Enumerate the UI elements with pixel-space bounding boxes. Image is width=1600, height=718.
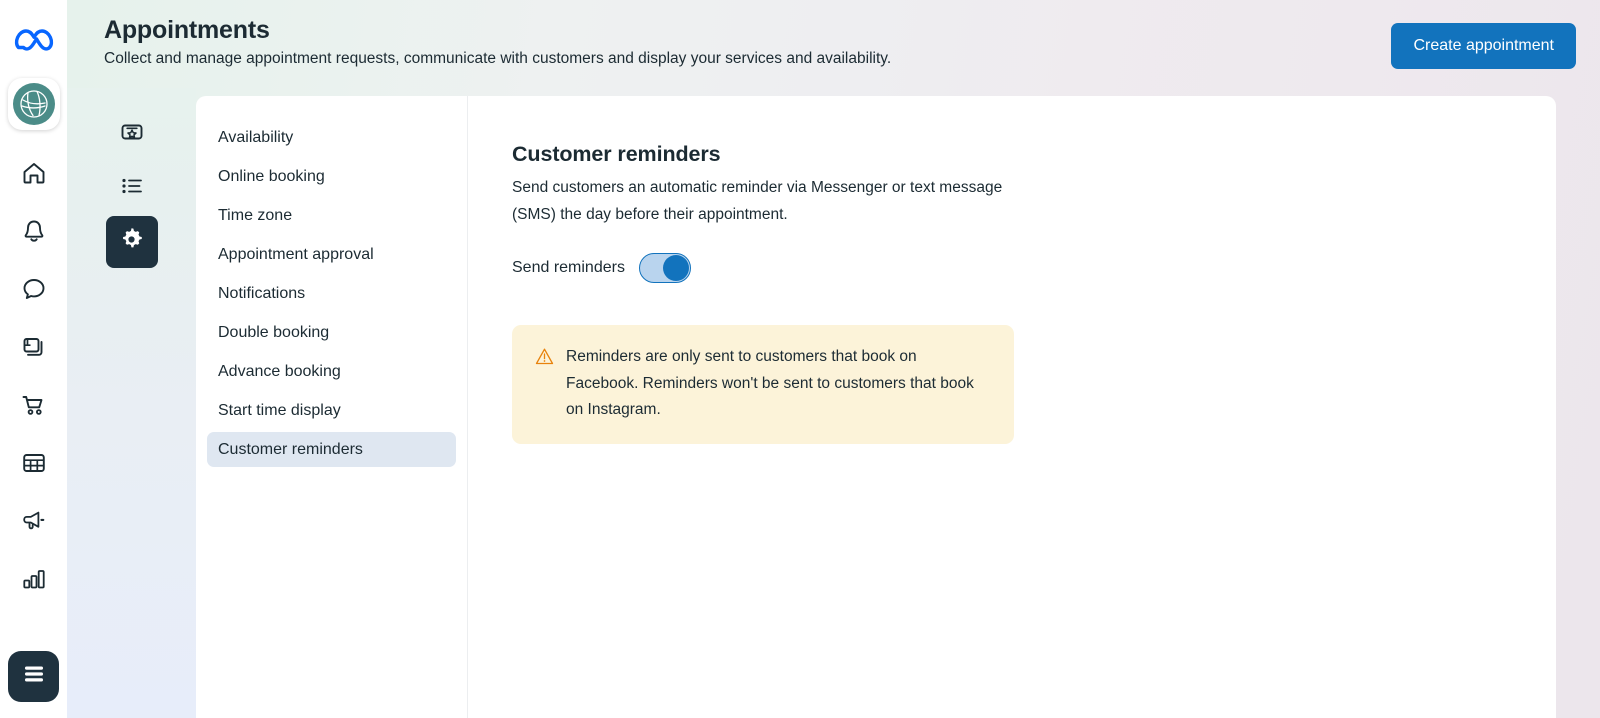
warning-triangle-icon (535, 344, 554, 424)
section-tab-settings[interactable] (105, 216, 158, 268)
settings-nav-item-double-booking[interactable]: Double booking (207, 315, 456, 350)
gear-icon (118, 226, 145, 258)
settings-nav-item-appointment-approval[interactable]: Appointment approval (207, 237, 456, 272)
page-subtitle: Collect and manage appointment requests,… (104, 50, 892, 67)
appointments-section-rail (67, 88, 196, 718)
warning-banner-text: Reminders are only sent to customers tha… (566, 348, 974, 418)
settings-nav-item-time-zone[interactable]: Time zone (207, 198, 456, 233)
sidebar-item-inbox[interactable] (8, 262, 60, 320)
send-reminders-label: Send reminders (512, 259, 625, 276)
create-appointment-button[interactable]: Create appointment (1391, 23, 1576, 69)
appointments-page: Appointments Collect and manage appointm… (0, 0, 1600, 718)
settings-nav-item-advance-booking[interactable]: Advance booking (207, 354, 456, 389)
settings-nav-item-online-booking[interactable]: Online booking (207, 159, 456, 194)
megaphone-icon (21, 508, 47, 539)
all-tools-menu-button[interactable] (8, 651, 59, 702)
home-icon (21, 160, 47, 191)
card-star-icon (119, 119, 145, 150)
hamburger-menu-icon (21, 663, 47, 690)
sidebar-item-content[interactable] (8, 320, 60, 378)
section-tab-overview[interactable] (106, 108, 158, 160)
settings-nav-item-start-time-display[interactable]: Start time display (207, 393, 456, 428)
sidebar-item-ads[interactable] (8, 494, 60, 552)
sidebar-item-insights[interactable] (8, 552, 60, 610)
sidebar-item-notifications[interactable] (8, 204, 60, 262)
posts-icon (21, 334, 47, 365)
send-reminders-toggle[interactable] (638, 253, 691, 283)
detail-title: Customer reminders (512, 142, 721, 166)
reminders-warning-banner: Reminders are only sent to customers tha… (512, 325, 1014, 444)
toggle-knob (662, 255, 689, 281)
avatar (12, 83, 55, 125)
bullet-list-icon (119, 173, 145, 204)
settings-nav-item-customer-reminders[interactable]: Customer reminders (207, 432, 456, 467)
business-avatar[interactable] (7, 78, 60, 130)
send-reminders-row: Send reminders (512, 253, 1556, 283)
page-header: Appointments Collect and manage appointm… (67, 0, 1600, 88)
detail-description: Send customers an automatic reminder via… (512, 179, 1003, 223)
settings-nav-item-notifications[interactable]: Notifications (207, 276, 456, 311)
chat-bubble-icon (21, 276, 47, 307)
sidebar-item-commerce[interactable] (8, 378, 60, 436)
left-rail-icon-list (8, 146, 60, 610)
calendar-grid-icon (21, 450, 47, 481)
settings-nav: Availability Online booking Time zone Ap… (196, 96, 468, 718)
section-tab-appointment-list[interactable] (106, 162, 158, 214)
global-left-rail (0, 0, 67, 718)
cart-icon (21, 392, 47, 423)
meta-infinity-logo[interactable] (13, 22, 55, 60)
bell-icon (21, 218, 47, 249)
sidebar-item-planner[interactable] (8, 436, 60, 494)
settings-content-card: Availability Online booking Time zone Ap… (196, 96, 1556, 718)
header-text-block: Appointments Collect and manage appointm… (104, 15, 891, 70)
settings-nav-item-availability[interactable]: Availability (207, 120, 456, 155)
sidebar-item-home[interactable] (8, 146, 60, 204)
bar-chart-icon (21, 566, 47, 597)
customer-reminders-panel: Customer reminders Send customers an aut… (469, 96, 1556, 718)
page-title: Appointments (104, 16, 270, 44)
